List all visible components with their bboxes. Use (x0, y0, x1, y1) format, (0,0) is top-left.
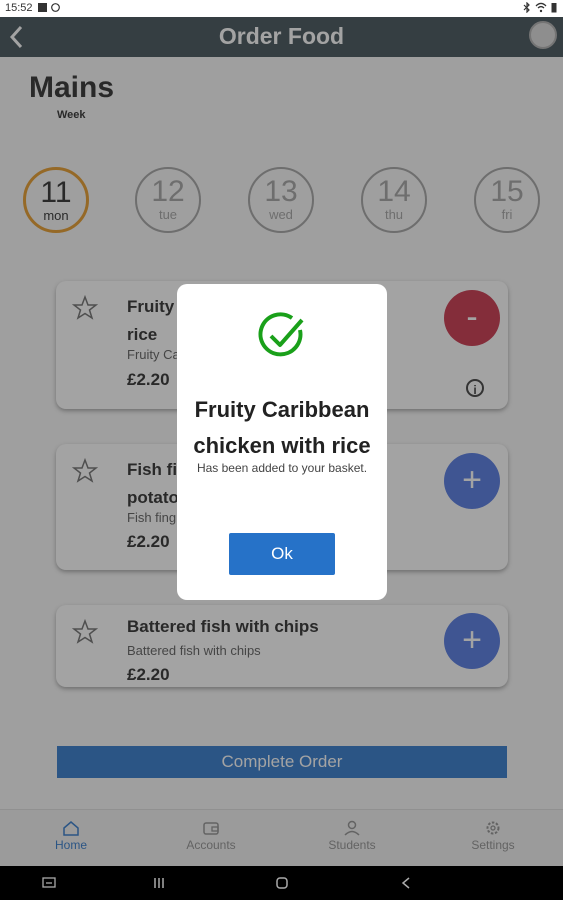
status-time: 15:52 (5, 2, 33, 14)
dialog-message: Has been added to your basket. (196, 461, 368, 475)
ok-button[interactable]: Ok (229, 533, 335, 575)
system-nav-bar (0, 866, 563, 900)
success-dialog: Fruity Caribbean chicken with rice Has b… (177, 284, 387, 600)
home-circle-icon[interactable] (276, 877, 288, 889)
dialog-title-line2: chicken with rice (193, 433, 371, 458)
image-icon (38, 3, 47, 12)
status-notification-icons (38, 3, 60, 12)
status-bar: 15:52 (0, 0, 563, 17)
dialog-title-line1: Fruity Caribbean (194, 397, 370, 422)
check-circle-icon (258, 312, 304, 357)
recent-apps-icon[interactable] (153, 877, 165, 889)
wifi-icon (535, 2, 547, 13)
clock-icon (51, 3, 60, 12)
keyboard-icon[interactable] (42, 877, 56, 889)
dialog-title: Fruity Caribbean chicken with rice (177, 392, 387, 464)
back-icon[interactable] (401, 877, 411, 889)
battery-icon (551, 3, 557, 13)
status-system-icons (523, 2, 557, 13)
bluetooth-icon (523, 2, 530, 13)
